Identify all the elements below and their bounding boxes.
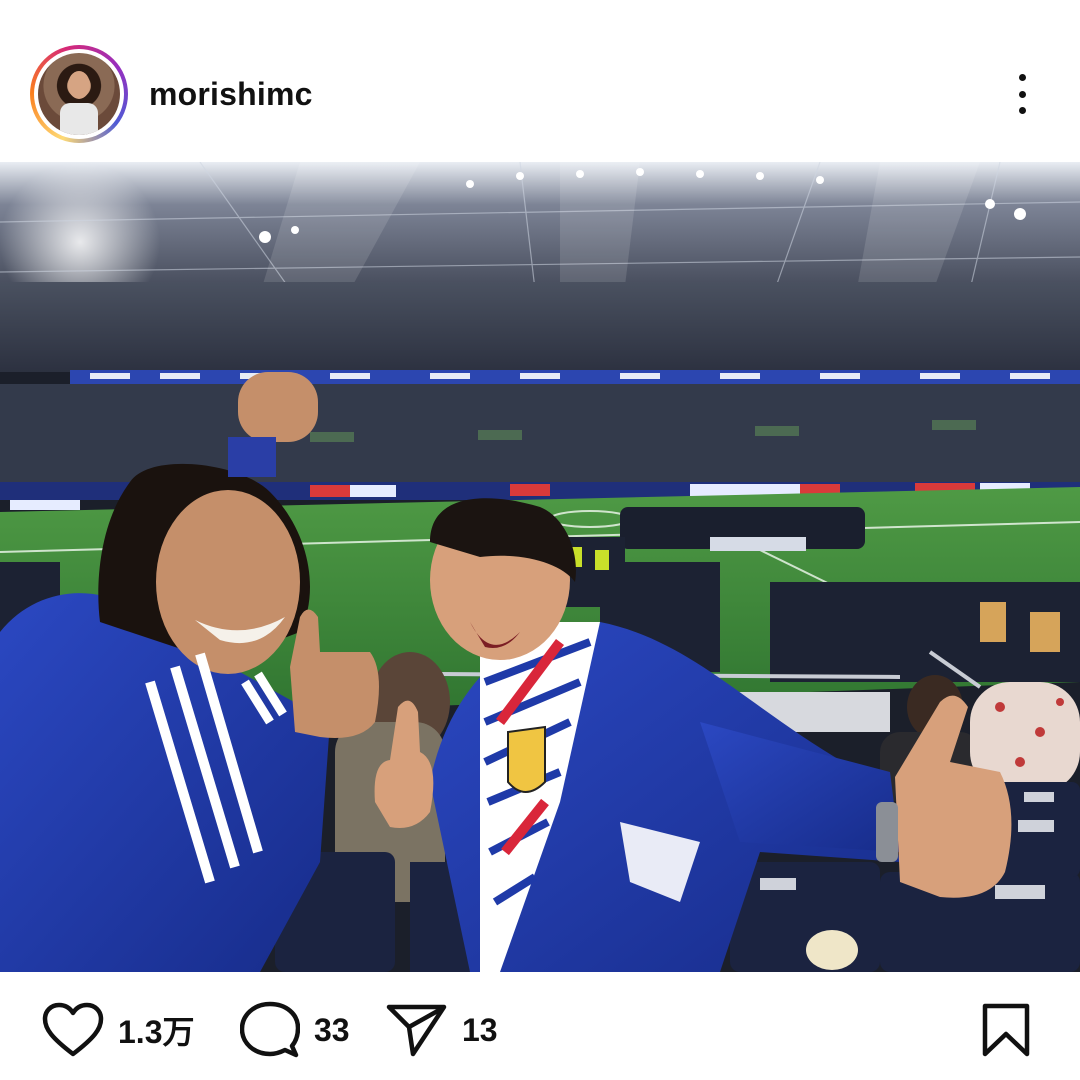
avatar[interactable]: [38, 53, 120, 135]
more-options-icon[interactable]: [1006, 72, 1038, 116]
share-count[interactable]: 13: [462, 1012, 498, 1049]
comment-action[interactable]: 33: [240, 1001, 350, 1059]
comment-bubble-icon[interactable]: [240, 1001, 300, 1059]
bookmark-icon[interactable]: [980, 1002, 1032, 1058]
send-icon[interactable]: [386, 1002, 448, 1058]
like-action[interactable]: 1.3万: [42, 1002, 195, 1058]
comment-count[interactable]: 33: [314, 1012, 350, 1049]
save-action[interactable]: [980, 1002, 1032, 1058]
post-header: morishimc: [0, 0, 1080, 162]
post-photo[interactable]: [0, 162, 1080, 972]
share-action[interactable]: 13: [386, 1002, 498, 1058]
heart-icon[interactable]: [42, 1002, 104, 1058]
like-count[interactable]: 1.3万: [118, 1007, 195, 1053]
username[interactable]: morishimc: [149, 76, 313, 113]
post-actions-bar: 1.3万 33 13: [0, 972, 1080, 1080]
story-ring[interactable]: [30, 45, 128, 143]
stadium-photo: [0, 162, 1080, 972]
